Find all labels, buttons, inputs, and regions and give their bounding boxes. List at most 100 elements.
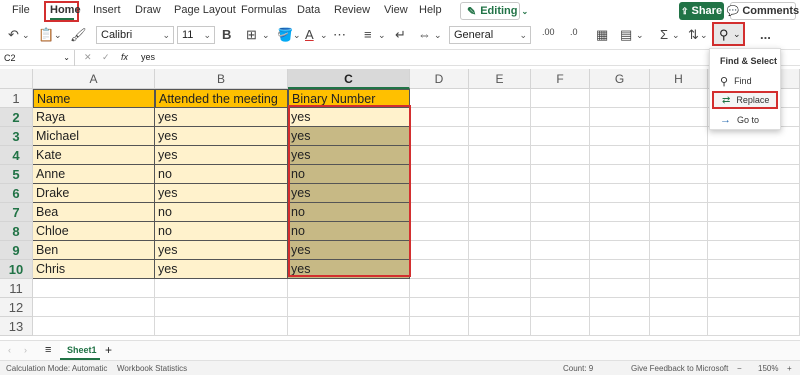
empty-cell[interactable]: [590, 222, 650, 241]
autosum-dropdown-icon[interactable]: ⌄: [672, 30, 680, 41]
table-cell[interactable]: yes: [288, 146, 410, 165]
table-header-cell[interactable]: Attended the meeting: [155, 89, 288, 108]
menu-draw[interactable]: Draw: [135, 4, 161, 16]
empty-cell[interactable]: [590, 127, 650, 146]
column-header-b[interactable]: B: [155, 69, 288, 89]
font-color-button[interactable]: A: [305, 27, 314, 42]
row-header[interactable]: 3: [0, 127, 33, 146]
empty-cell[interactable]: [410, 222, 469, 241]
format-table-icon[interactable]: ▤: [620, 27, 632, 43]
empty-cell[interactable]: [410, 203, 469, 222]
empty-cell[interactable]: [469, 89, 531, 108]
empty-cell[interactable]: [410, 165, 469, 184]
empty-cell[interactable]: [590, 317, 650, 336]
table-cell[interactable]: yes: [155, 146, 288, 165]
autosum-icon[interactable]: Σ: [660, 27, 668, 42]
editing-mode-button[interactable]: ✎ Editing ⌄: [460, 2, 528, 20]
column-header-d[interactable]: D: [410, 69, 469, 89]
empty-cell[interactable]: [531, 127, 590, 146]
menu-insert[interactable]: Insert: [93, 4, 121, 16]
table-cell[interactable]: yes: [155, 108, 288, 127]
empty-cell[interactable]: [155, 317, 288, 336]
align-icon[interactable]: ≡: [364, 27, 372, 42]
select-all-corner[interactable]: [0, 69, 33, 89]
row-header[interactable]: 2: [0, 108, 33, 127]
formula-input[interactable]: yes: [141, 52, 155, 62]
table-cell[interactable]: yes: [155, 127, 288, 146]
font-name-select[interactable]: Calibri ⌄: [96, 26, 174, 44]
name-box[interactable]: C2 ⌄: [0, 50, 75, 66]
table-cell[interactable]: Chloe: [33, 222, 155, 241]
menu-data[interactable]: Data: [297, 4, 320, 16]
comments-button[interactable]: 💬 Comments: [727, 2, 799, 20]
empty-cell[interactable]: [33, 317, 155, 336]
empty-cell[interactable]: [590, 260, 650, 279]
find-menu-item[interactable]: ⚲ Find: [712, 72, 778, 90]
zoom-in-button[interactable]: +: [787, 364, 792, 373]
empty-cell[interactable]: [708, 222, 800, 241]
table-cell[interactable]: Drake: [33, 184, 155, 203]
empty-cell[interactable]: [410, 89, 469, 108]
empty-cell[interactable]: [33, 298, 155, 317]
column-header-h[interactable]: H: [650, 69, 708, 89]
empty-cell[interactable]: [410, 127, 469, 146]
menu-page-layout[interactable]: Page Layout: [174, 4, 236, 16]
table-cell[interactable]: yes: [288, 127, 410, 146]
empty-cell[interactable]: [33, 279, 155, 298]
menu-view[interactable]: View: [384, 4, 408, 16]
zoom-out-button[interactable]: −: [737, 364, 742, 373]
empty-cell[interactable]: [469, 279, 531, 298]
table-cell[interactable]: no: [288, 203, 410, 222]
table-cell[interactable]: Chris: [33, 260, 155, 279]
number-format-select[interactable]: General ⌄: [449, 26, 531, 44]
table-cell[interactable]: Bea: [33, 203, 155, 222]
menu-help[interactable]: Help: [419, 4, 442, 16]
empty-cell[interactable]: [469, 222, 531, 241]
table-cell[interactable]: no: [288, 165, 410, 184]
empty-cell[interactable]: [590, 165, 650, 184]
empty-cell[interactable]: [650, 146, 708, 165]
table-cell[interactable]: no: [155, 203, 288, 222]
empty-cell[interactable]: [469, 317, 531, 336]
empty-cell[interactable]: [708, 298, 800, 317]
conditional-format-icon[interactable]: ▦: [596, 27, 608, 43]
column-header-c[interactable]: C: [288, 69, 410, 89]
empty-cell[interactable]: [531, 203, 590, 222]
column-header-e[interactable]: E: [469, 69, 531, 89]
empty-cell[interactable]: [590, 298, 650, 317]
paste-dropdown-icon[interactable]: ⌄: [54, 30, 62, 41]
sort-filter-icon[interactable]: ⇅: [688, 27, 699, 43]
menu-formulas[interactable]: Formulas: [241, 4, 287, 16]
empty-cell[interactable]: [708, 317, 800, 336]
table-cell[interactable]: no: [155, 165, 288, 184]
table-cell[interactable]: no: [288, 222, 410, 241]
table-cell[interactable]: no: [155, 222, 288, 241]
table-cell[interactable]: yes: [288, 108, 410, 127]
table-cell[interactable]: yes: [288, 260, 410, 279]
empty-cell[interactable]: [531, 165, 590, 184]
empty-cell[interactable]: [590, 241, 650, 260]
column-header-a[interactable]: A: [33, 69, 155, 89]
merge-dropdown-icon[interactable]: ⌄: [434, 30, 442, 41]
font-size-select[interactable]: 11 ⌄: [177, 26, 215, 44]
empty-cell[interactable]: [650, 298, 708, 317]
empty-cell[interactable]: [650, 89, 708, 108]
paste-icon[interactable]: 📋: [38, 27, 54, 43]
table-cell[interactable]: Kate: [33, 146, 155, 165]
empty-cell[interactable]: [155, 298, 288, 317]
empty-cell[interactable]: [650, 203, 708, 222]
empty-cell[interactable]: [469, 127, 531, 146]
row-header[interactable]: 7: [0, 203, 33, 222]
table-cell[interactable]: Ben: [33, 241, 155, 260]
empty-cell[interactable]: [708, 260, 800, 279]
undo-dropdown-icon[interactable]: ⌄: [22, 30, 30, 41]
replace-menu-item[interactable]: ⇄ Replace: [712, 91, 778, 109]
column-header-f[interactable]: F: [531, 69, 590, 89]
empty-cell[interactable]: [410, 184, 469, 203]
empty-cell[interactable]: [590, 184, 650, 203]
empty-cell[interactable]: [410, 298, 469, 317]
prev-sheet-icon[interactable]: ‹: [8, 345, 11, 355]
goto-menu-item[interactable]: → Go to: [712, 111, 778, 129]
empty-cell[interactable]: [708, 146, 800, 165]
sort-dropdown-icon[interactable]: ⌄: [700, 30, 708, 41]
